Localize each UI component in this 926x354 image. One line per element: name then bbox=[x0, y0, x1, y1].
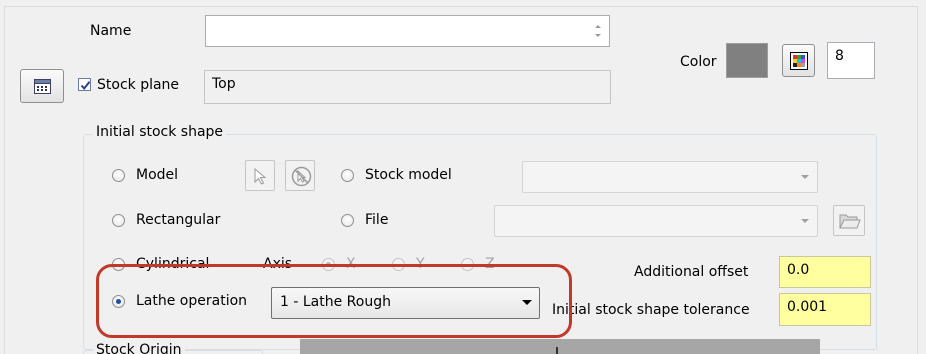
additional-offset-field[interactable]: 0.0 bbox=[779, 256, 871, 288]
file-label: File bbox=[365, 212, 389, 228]
cylindrical-label: Cylindrical bbox=[136, 256, 210, 272]
rectangular-radio[interactable] bbox=[112, 214, 125, 227]
file-radio[interactable] bbox=[341, 214, 354, 227]
color-number-field[interactable]: 8 bbox=[827, 42, 875, 79]
lathe-operation-radio[interactable] bbox=[112, 295, 125, 308]
axis-x-label: X bbox=[346, 256, 356, 272]
color-swatch[interactable] bbox=[726, 43, 768, 78]
cursor-arrow-icon bbox=[254, 168, 267, 185]
stock-origin-title: Stock Origin bbox=[93, 341, 185, 354]
additional-offset-label: Additional offset bbox=[634, 264, 749, 280]
stock-plane-field: Top bbox=[204, 70, 611, 104]
rectangular-label: Rectangular bbox=[136, 212, 221, 228]
additional-offset-value: 0.0 bbox=[787, 262, 810, 278]
cursor-cancel-icon bbox=[291, 166, 312, 187]
axis-y-radio[interactable] bbox=[392, 258, 405, 271]
axis-label: Axis bbox=[263, 256, 293, 272]
cylindrical-radio[interactable] bbox=[112, 258, 125, 271]
tolerance-value: 0.001 bbox=[787, 299, 828, 315]
axis-z-label: Z bbox=[485, 256, 495, 272]
color-picker-button[interactable] bbox=[782, 44, 815, 77]
tolerance-label: Initial stock shape tolerance bbox=[552, 302, 750, 318]
chevron-down-icon bbox=[801, 219, 809, 223]
chevron-down-icon bbox=[522, 300, 532, 305]
initial-stock-shape-title: Initial stock shape bbox=[93, 123, 227, 141]
folder-open-icon bbox=[839, 214, 861, 229]
axis-z-radio[interactable] bbox=[461, 258, 474, 271]
calculator-icon bbox=[34, 79, 51, 94]
chevron-down-icon bbox=[801, 175, 809, 179]
stock-model-dropdown[interactable] bbox=[522, 161, 818, 193]
lathe-operation-value: 1 - Lathe Rough bbox=[280, 294, 391, 310]
name-spinner[interactable] bbox=[588, 17, 608, 45]
stock-model-radio[interactable] bbox=[341, 169, 354, 182]
stock-plane-label: Stock plane bbox=[97, 77, 180, 93]
model-label: Model bbox=[136, 167, 179, 183]
lathe-operation-label: Lathe operation bbox=[136, 293, 248, 309]
stock-origin-preview bbox=[300, 339, 820, 354]
tolerance-field[interactable]: 0.001 bbox=[779, 293, 871, 326]
axis-y-label: Y bbox=[416, 256, 425, 272]
spinner-arrows-icon bbox=[595, 25, 601, 37]
checkmark-icon bbox=[80, 81, 91, 91]
select-model-button[interactable] bbox=[245, 160, 275, 191]
stock-plane-value: Top bbox=[212, 76, 236, 92]
calculator-button[interactable] bbox=[20, 69, 64, 103]
lathe-operation-dropdown[interactable]: 1 - Lathe Rough bbox=[271, 287, 540, 319]
color-number-value: 8 bbox=[835, 48, 844, 64]
name-field[interactable] bbox=[205, 15, 610, 47]
color-label: Color bbox=[680, 54, 717, 70]
color-palette-icon bbox=[790, 52, 808, 70]
stock-model-label: Stock model bbox=[365, 167, 452, 183]
name-label: Name bbox=[90, 23, 132, 39]
open-file-button[interactable] bbox=[833, 205, 865, 236]
stock-plane-checkbox[interactable] bbox=[78, 78, 91, 91]
file-dropdown[interactable] bbox=[494, 205, 818, 237]
preview-marker bbox=[556, 347, 558, 354]
axis-x-radio[interactable] bbox=[322, 258, 335, 271]
model-radio[interactable] bbox=[112, 169, 125, 182]
clear-model-button[interactable] bbox=[285, 160, 315, 191]
